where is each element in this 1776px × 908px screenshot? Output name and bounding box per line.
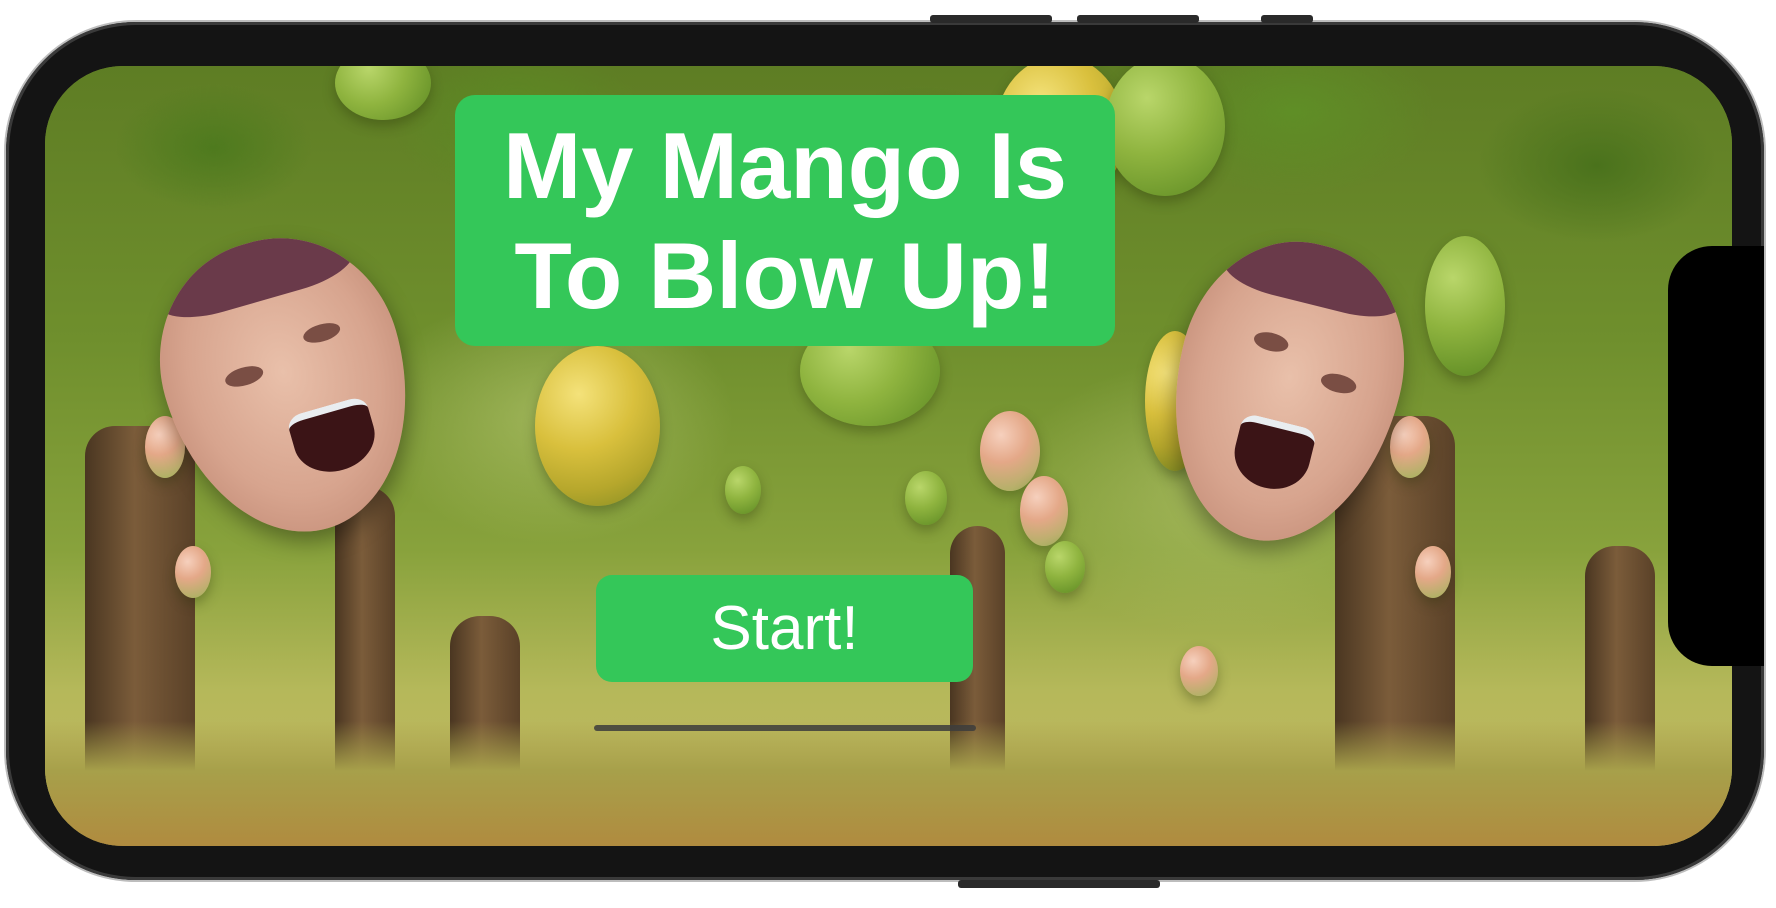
mango	[905, 471, 947, 525]
eye	[1251, 328, 1291, 355]
orchard-ground	[45, 721, 1732, 846]
home-indicator[interactable]	[594, 725, 976, 731]
game-title: My Mango Is To Blow Up!	[502, 112, 1068, 328]
volume-down-button	[1077, 15, 1199, 23]
mango	[1045, 541, 1085, 593]
mango	[1180, 646, 1218, 696]
mute-switch	[1261, 15, 1313, 23]
eye	[1319, 370, 1358, 397]
power-button	[958, 880, 1160, 888]
camera-notch	[1668, 246, 1764, 666]
mango	[980, 411, 1040, 491]
mango	[535, 346, 660, 506]
mango	[725, 466, 761, 514]
start-button[interactable]: Start!	[596, 575, 973, 682]
eye	[223, 362, 266, 391]
volume-up-button	[930, 15, 1052, 23]
mouth	[1227, 412, 1318, 497]
mouth	[285, 394, 383, 481]
title-panel: My Mango Is To Blow Up!	[455, 95, 1115, 346]
mango	[1020, 476, 1068, 546]
mango	[175, 546, 211, 598]
mango	[1390, 416, 1430, 478]
mango	[1415, 546, 1451, 598]
eye	[300, 319, 343, 347]
mango	[1425, 236, 1505, 376]
